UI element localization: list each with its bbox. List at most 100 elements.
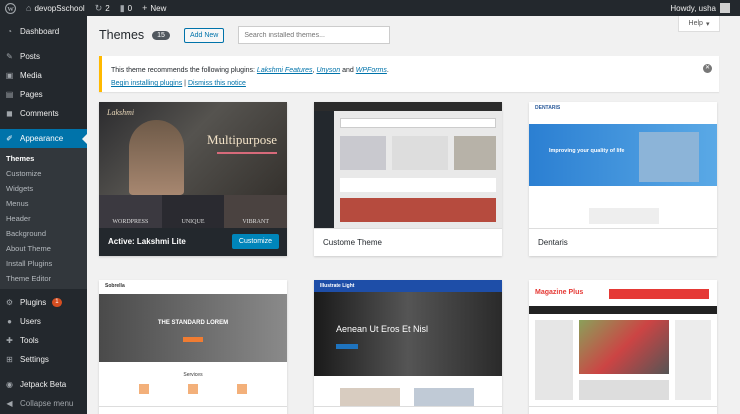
begin-installing-plugins-link[interactable]: Begin installing plugins: [111, 80, 182, 87]
updates-icon: ↻: [94, 2, 103, 13]
theme-screenshot[interactable]: [314, 102, 502, 228]
dismiss-notice-link[interactable]: Dismiss this notice: [188, 80, 246, 87]
theme-card[interactable]: Sobrella THE STANDARD LOREM Services: [99, 280, 287, 414]
sidebar-item-label: Settings: [20, 355, 49, 364]
theme-name-bar: [529, 406, 717, 414]
theme-logo-text: Lakshmi: [107, 108, 135, 117]
collapse-menu-button[interactable]: ◀ Collapse menu: [0, 394, 87, 413]
sidebar-item-tools[interactable]: ✚ Tools: [0, 331, 87, 350]
wrench-icon: ✚: [6, 336, 13, 345]
tile-wordpress: WORDPRESS: [99, 195, 162, 228]
screenshot-photo: [414, 388, 474, 406]
sidebar-item-posts[interactable]: ✎ Posts: [0, 47, 87, 66]
plugin-notice: This theme recommends the following plug…: [99, 56, 719, 92]
account-menu[interactable]: Howdy, usha: [665, 0, 740, 16]
headline-underline: [217, 152, 277, 154]
service-icon: [139, 384, 149, 394]
sidebar-item-appearance[interactable]: ✐ Appearance: [0, 129, 87, 148]
submenu-header[interactable]: Header: [0, 211, 87, 226]
theme-banner-text: Improving your quality of life: [549, 148, 625, 154]
theme-logo-text: Magazine Plus: [535, 289, 584, 296]
theme-name: Lakshmi Lite: [136, 237, 186, 246]
screenshot-image: [392, 136, 448, 170]
help-tab[interactable]: Help ▾: [678, 16, 720, 32]
service-icon: [188, 384, 198, 394]
admin-bar: W ⌂ devopSschool ↻ 2 ▮ 0 + New Howdy, us…: [0, 0, 740, 16]
sidebar-item-label: Users: [20, 317, 41, 326]
submenu-widgets[interactable]: Widgets: [0, 181, 87, 196]
model-photo: [129, 120, 184, 195]
theme-card-custome-theme[interactable]: Custome Theme: [314, 102, 502, 256]
section-title: Services: [183, 372, 203, 378]
sidebar-item-label: Appearance: [20, 134, 64, 143]
theme-card-magazine-plus[interactable]: Magazine Plus: [529, 280, 717, 414]
plugin-link-lakshmi-features[interactable]: Lakshmi Features: [257, 67, 313, 74]
media-icon: ▣: [5, 71, 14, 80]
sidebar-item-dashboard[interactable]: ◔ Dashboard: [0, 22, 87, 41]
screenshot-block: [579, 380, 669, 400]
theme-card-dentaris[interactable]: DENTARIS Improving your quality of life …: [529, 102, 717, 256]
sidebar-item-label: Collapse menu: [20, 399, 74, 408]
theme-card[interactable]: Illustrate Light Aenean Ut Eros Et Nisl: [314, 280, 502, 414]
theme-screenshot[interactable]: Illustrate Light Aenean Ut Eros Et Nisl: [314, 280, 502, 406]
new-content-button[interactable]: + New: [137, 0, 171, 16]
screenshot-photo: [639, 132, 699, 182]
wordpress-logo-button[interactable]: W: [0, 0, 21, 16]
sidebar-item-label: Pages: [20, 90, 43, 99]
add-new-button[interactable]: Add New: [183, 27, 225, 43]
wordpress-logo-icon: W: [5, 2, 16, 14]
submenu-background[interactable]: Background: [0, 226, 87, 241]
search-themes-input[interactable]: [238, 26, 391, 44]
theme-screenshot[interactable]: Lakshmi Multipurpose WORDPRESS UNIQUE VI…: [99, 102, 287, 228]
submenu-menus[interactable]: Menus: [0, 196, 87, 211]
sidebar-item-label: Media: [20, 71, 42, 80]
theme-card-lakshmi-lite[interactable]: Lakshmi Multipurpose WORDPRESS UNIQUE VI…: [99, 102, 287, 256]
dismiss-notice-icon[interactable]: ✕: [703, 64, 712, 73]
comments-link[interactable]: ▮ 0: [115, 0, 137, 16]
theme-name-bar: Custome Theme: [314, 228, 502, 256]
page-header: Themes 15 Add New: [99, 26, 391, 44]
submenu-themes[interactable]: Themes: [0, 151, 87, 166]
sidebar-item-label: Posts: [20, 52, 41, 61]
sidebar-item-users[interactable]: ● Users: [0, 312, 87, 331]
svg-text:W: W: [7, 5, 14, 12]
pages-icon: ▤: [5, 90, 14, 99]
updates-count: 2: [105, 3, 110, 13]
theme-logo-text: Illustrate Light: [320, 283, 355, 289]
plugin-link-unyson[interactable]: Unyson: [316, 67, 340, 74]
submenu-theme-editor[interactable]: Theme Editor: [0, 271, 87, 286]
dashboard-icon: ◔: [7, 27, 12, 36]
customize-button[interactable]: Customize: [231, 234, 279, 249]
sidebar-item-comments[interactable]: ◼ Comments: [0, 104, 87, 123]
theme-screenshot[interactable]: Sobrella THE STANDARD LOREM Services: [99, 280, 287, 406]
sidebar-item-pages[interactable]: ▤ Pages: [0, 85, 87, 104]
sidebar-item-settings[interactable]: ⊞ Settings: [0, 350, 87, 369]
screenshot-button: [183, 337, 203, 342]
service-icon: [237, 384, 247, 394]
greeting: Howdy, usha: [670, 3, 716, 13]
submenu-install-plugins[interactable]: Install Plugins: [0, 256, 87, 271]
screenshot-image: [454, 136, 496, 170]
theme-screenshot[interactable]: Magazine Plus: [529, 280, 717, 406]
screenshot-banner: [314, 292, 502, 376]
main-content: Help ▾ Themes 15 Add New This theme reco…: [87, 16, 740, 414]
sidebar-item-jetpack-beta[interactable]: ◉ Jetpack Beta: [0, 375, 87, 394]
chevron-down-icon: ▾: [705, 20, 710, 28]
page-title: Themes: [99, 28, 145, 42]
feature-tiles: WORDPRESS UNIQUE VIBRANT: [99, 195, 287, 228]
comments-count: 0: [127, 3, 133, 13]
tile-vibrant: VIBRANT: [224, 195, 287, 228]
sidebar-item-plugins[interactable]: ⚙ Plugins 1: [0, 293, 87, 312]
sidebar-item-media[interactable]: ▣ Media: [0, 66, 87, 85]
site-name-link[interactable]: ⌂ devopSschool: [21, 0, 90, 16]
theme-screenshot[interactable]: DENTARIS Improving your quality of life: [529, 102, 717, 228]
plugin-link-wpforms[interactable]: WPForms: [356, 67, 387, 74]
submenu-about-theme[interactable]: About Theme: [0, 241, 87, 256]
pushpin-icon: ✎: [6, 52, 13, 61]
screenshot-column: [675, 320, 711, 400]
theme-name-bar: Active: Lakshmi Lite Customize: [99, 228, 287, 256]
active-prefix: Active:: [108, 237, 135, 246]
theme-name-bar: [314, 406, 502, 414]
updates-link[interactable]: ↻ 2: [90, 0, 115, 16]
submenu-customize[interactable]: Customize: [0, 166, 87, 181]
